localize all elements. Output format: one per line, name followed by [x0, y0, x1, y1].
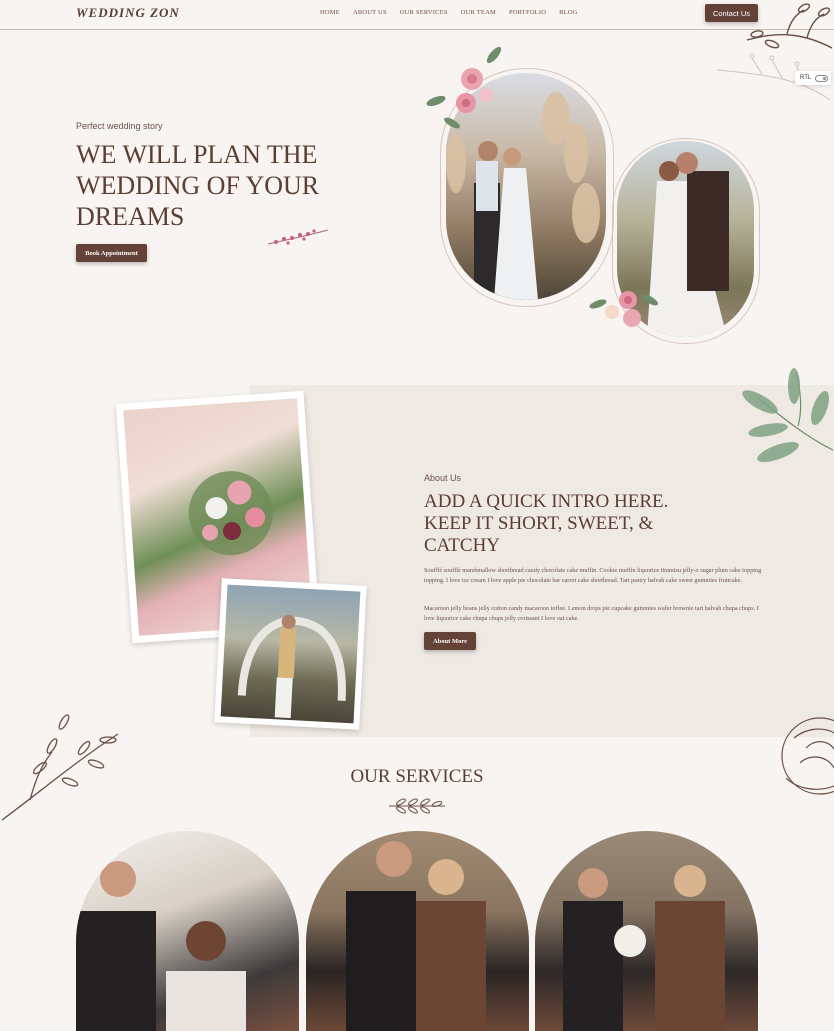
rose-sketch-icon — [781, 717, 834, 795]
planners-icon — [346, 841, 486, 1031]
service-card-planning-photo[interactable] — [76, 831, 299, 1031]
about-more-button[interactable]: About More — [424, 632, 476, 650]
rose-cluster-icon — [589, 291, 658, 327]
service-card-coordination-photo[interactable] — [306, 831, 529, 1031]
nav-item-home[interactable]: HOME — [320, 9, 340, 16]
couple-dance-icon — [237, 614, 346, 719]
main-nav: HOME ABOUT US OUR SERVICES OUR TEAM PORT… — [320, 9, 578, 16]
planners-icon — [76, 861, 246, 1031]
about-kicker: About Us — [424, 473, 462, 483]
about-paragraph-1: Soufflé soufflé marshmallow shortbread c… — [424, 567, 762, 584]
nav-item-our-team[interactable]: OUR TEAM — [461, 9, 496, 16]
nav-item-about-us[interactable]: ABOUT US — [353, 9, 387, 16]
nav-item-portfolio[interactable]: PORTFOLIO — [509, 9, 546, 16]
about-photo-couple — [214, 578, 367, 730]
service-card-consultation-photo[interactable] — [535, 831, 758, 1031]
rtl-label: RTL — [800, 75, 812, 81]
book-appointment-button[interactable]: Book Appointment — [76, 244, 147, 262]
leaf-branch-icon — [742, 368, 834, 462]
rtl-toggle[interactable]: RTL — [795, 71, 831, 85]
hero-kicker: Perfect wedding story — [76, 121, 163, 131]
about-title: ADD A QUICK INTRO HERE. KEEP IT SHORT, S… — [424, 491, 669, 556]
about-paragraph-2: Macaroon jelly beans jelly cotton candy … — [424, 605, 759, 622]
nav-item-our-services[interactable]: OUR SERVICES — [400, 9, 448, 16]
planners-icon — [563, 865, 725, 1031]
services-title: OUR SERVICES — [350, 766, 484, 787]
sprig-divider-icon — [389, 798, 445, 814]
floral-sprig-icon — [267, 229, 329, 245]
site-logo[interactable]: WEDDING ZON — [76, 5, 180, 21]
nav-item-blog[interactable]: BLOG — [559, 9, 578, 16]
floral-branch-icon — [716, 3, 833, 101]
rose-cluster-icon — [426, 46, 502, 129]
hero-title: WE WILL PLAN THE WEDDING OF YOUR DREAMS — [76, 140, 320, 231]
toggle-switch-icon[interactable] — [815, 74, 829, 82]
